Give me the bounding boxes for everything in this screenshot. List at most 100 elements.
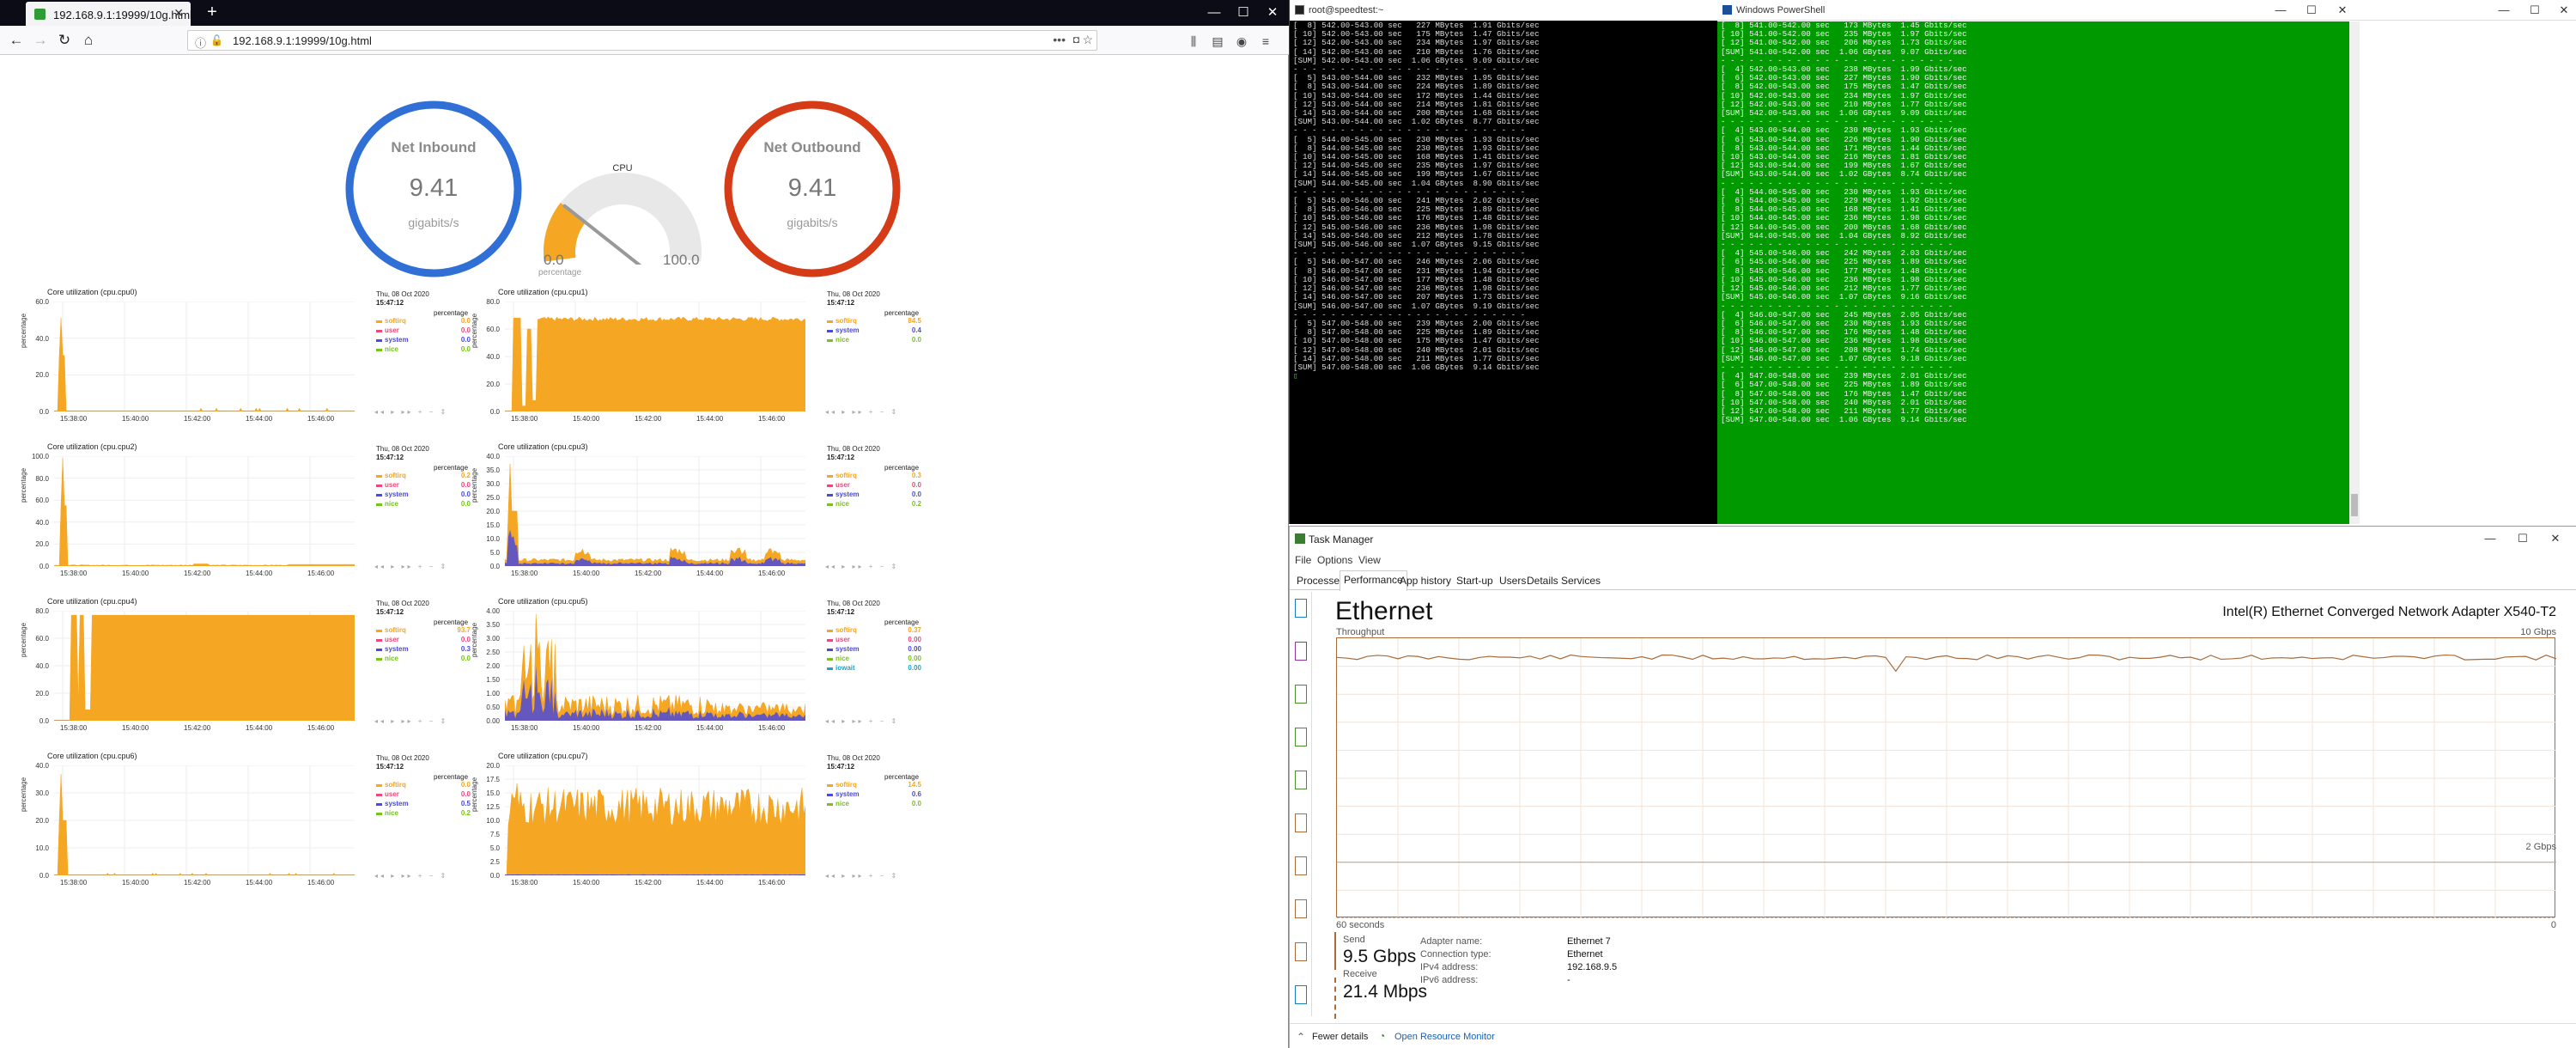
ps-minimize-button[interactable]: — <box>2270 3 2291 18</box>
resource-heading: Ethernet <box>1335 597 1433 625</box>
account-icon[interactable]: ◉ <box>1233 33 1250 50</box>
tab-app-history[interactable]: App history <box>1396 572 1455 590</box>
bg-maximize-button[interactable]: ☐ <box>2524 3 2545 18</box>
x-tick-label: 15:38:00 <box>511 879 538 887</box>
forward-button[interactable]: → <box>31 31 50 50</box>
cpu-chart-1[interactable]: Core utilization (cpu.cpu1) percentage T… <box>471 288 921 430</box>
legend-name: softirq <box>835 472 857 479</box>
sidebar-thumb-gpu[interactable] <box>1295 985 1307 1004</box>
ps-close-button[interactable]: ✕ <box>2332 3 2353 18</box>
sidebar-thumb-ethernet-b[interactable] <box>1295 856 1307 875</box>
tm-minimize-button[interactable]: — <box>2480 531 2500 546</box>
tab-details[interactable]: Details <box>1523 572 1562 590</box>
cpu-chart-3[interactable]: Core utilization (cpu.cpu3) percentage T… <box>471 442 921 584</box>
menu-file[interactable]: File <box>1295 554 1311 566</box>
terminal-output[interactable]: [ 8] 542.00-543.00 sec 227 MBytes 1.91 G… <box>1293 21 1714 381</box>
menu-options[interactable]: Options <box>1317 554 1352 566</box>
legend-row-nice[interactable]: nice 0.0 <box>376 345 471 356</box>
page-actions-icon[interactable]: ••• <box>1053 33 1066 46</box>
cpu-chart-5[interactable]: Core utilization (cpu.cpu5) percentage T… <box>471 597 921 739</box>
chart-plot[interactable] <box>504 610 806 722</box>
navigation-toolbar: ← → ↻ ⌂ ⓘ 🔓 192.168.9.1:19999/10g.html •… <box>0 26 1289 55</box>
resource-sidebar[interactable] <box>1290 592 1312 1016</box>
chart-plot[interactable] <box>54 610 355 722</box>
scrollbar-thumb[interactable] <box>2351 494 2358 516</box>
tm-maximize-button[interactable]: ☐ <box>2512 531 2533 546</box>
open-resource-monitor-link[interactable]: Open Resource Monitor <box>1394 1032 1495 1042</box>
legend-row-nice[interactable]: nice 0.0 <box>376 655 471 665</box>
softirq-area <box>505 316 806 412</box>
sidebar-thumb-ethernet-d[interactable] <box>1295 942 1307 961</box>
chart-toolbox[interactable]: ◂◂ ▸ ▸▸ + − ⇕ <box>825 563 924 570</box>
sidebar-thumb-memory[interactable] <box>1295 642 1307 661</box>
chart-toolbox[interactable]: ◂◂ ▸ ▸▸ + − ⇕ <box>374 717 473 725</box>
close-tab-icon[interactable]: ✕ <box>173 6 184 21</box>
insecure-lock-icon[interactable]: 🔓 <box>210 34 223 46</box>
chart-toolbox[interactable]: ◂◂ ▸ ▸▸ + − ⇕ <box>374 872 473 880</box>
tm-close-button[interactable]: ✕ <box>2545 531 2566 546</box>
maximize-button[interactable]: ☐ <box>1231 3 1255 22</box>
legend-value: 0.0 <box>460 781 471 789</box>
legend-name: system <box>385 645 409 653</box>
cpu-chart-6[interactable]: Core utilization (cpu.cpu6) percentage T… <box>20 752 471 893</box>
cpu-chart-4[interactable]: Core utilization (cpu.cpu4) percentage T… <box>20 597 471 739</box>
tab-start-up[interactable]: Start-up <box>1453 572 1497 590</box>
scale-mid-label: 2 Gbps <box>2525 842 2556 852</box>
pocket-icon[interactable]: ◘ <box>1073 34 1079 46</box>
powershell-scrollbar[interactable] <box>2349 21 2360 524</box>
sidebar-thumb-ethernet-a[interactable] <box>1295 813 1307 832</box>
legend-row-nice[interactable]: nice 0.2 <box>376 809 471 820</box>
sidebar-thumb-disk0[interactable] <box>1295 685 1307 704</box>
chart-plot[interactable] <box>504 765 806 876</box>
cpu-chart-7[interactable]: Core utilization (cpu.cpu7) percentage T… <box>471 752 921 893</box>
terminal-icon <box>1295 5 1304 15</box>
back-button[interactable]: ← <box>7 31 26 50</box>
tab-services[interactable]: Services <box>1558 572 1604 590</box>
legend-row-nice[interactable]: nice 0.0 <box>827 800 921 810</box>
chart-plot[interactable] <box>54 765 355 876</box>
chart-toolbox[interactable]: ◂◂ ▸ ▸▸ + − ⇕ <box>374 563 473 570</box>
legend-name: system <box>385 490 409 498</box>
chart-toolbox[interactable]: ◂◂ ▸ ▸▸ + − ⇕ <box>825 872 924 880</box>
legend-row-nice[interactable]: nice 0.2 <box>827 500 921 510</box>
library-icon[interactable]: ⫼ <box>1185 33 1202 50</box>
url-bar[interactable]: ⓘ 🔓 192.168.9.1:19999/10g.html ••• ◘ ☆ <box>187 30 1097 51</box>
legend-row-nice[interactable]: nice 0.0 <box>827 336 921 346</box>
chart-toolbox[interactable]: ◂◂ ▸ ▸▸ + − ⇕ <box>825 408 924 416</box>
x-tick-label: 15:42:00 <box>184 724 211 732</box>
bookmark-star-icon[interactable]: ☆ <box>1082 33 1093 47</box>
sidebar-thumb-cpu[interactable] <box>1295 599 1307 618</box>
chart-toolbox[interactable]: ◂◂ ▸ ▸▸ + − ⇕ <box>374 408 473 416</box>
browser-tab[interactable]: 192.168.9.1:19999/10g.html ✕ <box>26 2 191 26</box>
x-tick-label: 15:46:00 <box>307 570 335 577</box>
cpu-chart-0[interactable]: Core utilization (cpu.cpu0) percentage T… <box>20 288 471 430</box>
sidebar-thumb-ethernet-c[interactable] <box>1295 899 1307 918</box>
menu-view[interactable]: View <box>1358 554 1381 566</box>
chart-plot[interactable] <box>504 455 806 567</box>
new-tab-button[interactable]: + <box>203 3 222 22</box>
receive-value: 21.4 Mbps <box>1343 982 1428 1002</box>
sidebar-thumb-disk1[interactable] <box>1295 728 1307 746</box>
info-icon[interactable]: ⓘ <box>195 34 206 51</box>
bg-minimize-button[interactable]: — <box>2494 3 2514 18</box>
home-icon[interactable]: ⌂ <box>79 31 98 50</box>
chart-toolbox[interactable]: ◂◂ ▸ ▸▸ + − ⇕ <box>825 717 924 725</box>
legend-row-iowait[interactable]: iowait 0.00 <box>827 664 921 674</box>
menu-icon[interactable]: ≡ <box>1257 33 1274 50</box>
fewer-details-link[interactable]: Fewer details <box>1312 1032 1368 1042</box>
sidebar-thumb-disk2[interactable] <box>1295 771 1307 789</box>
sidebar-icon[interactable]: ▤ <box>1209 33 1226 50</box>
close-window-button[interactable]: ✕ <box>1261 3 1285 22</box>
minimize-button[interactable]: — <box>1202 3 1226 22</box>
chart-plot[interactable] <box>53 455 355 567</box>
cpu-chart-2[interactable]: Core utilization (cpu.cpu2) percentage T… <box>20 442 471 584</box>
powershell-console[interactable]: [ 8] 541.00-542.00 sec 173 MBytes 1.45 G… <box>1717 21 2358 524</box>
chart-plot[interactable] <box>54 301 355 412</box>
chart-plot[interactable] <box>505 301 806 412</box>
reload-button[interactable]: ↻ <box>55 31 74 50</box>
send-value: 9.5 Gbps <box>1343 947 1417 966</box>
collapse-icon[interactable]: ⌃ <box>1297 1031 1305 1043</box>
ps-maximize-button[interactable]: ☐ <box>2301 3 2322 18</box>
legend-row-nice[interactable]: nice 0.0 <box>376 500 471 510</box>
bg-close-button[interactable]: ✕ <box>2554 3 2574 18</box>
